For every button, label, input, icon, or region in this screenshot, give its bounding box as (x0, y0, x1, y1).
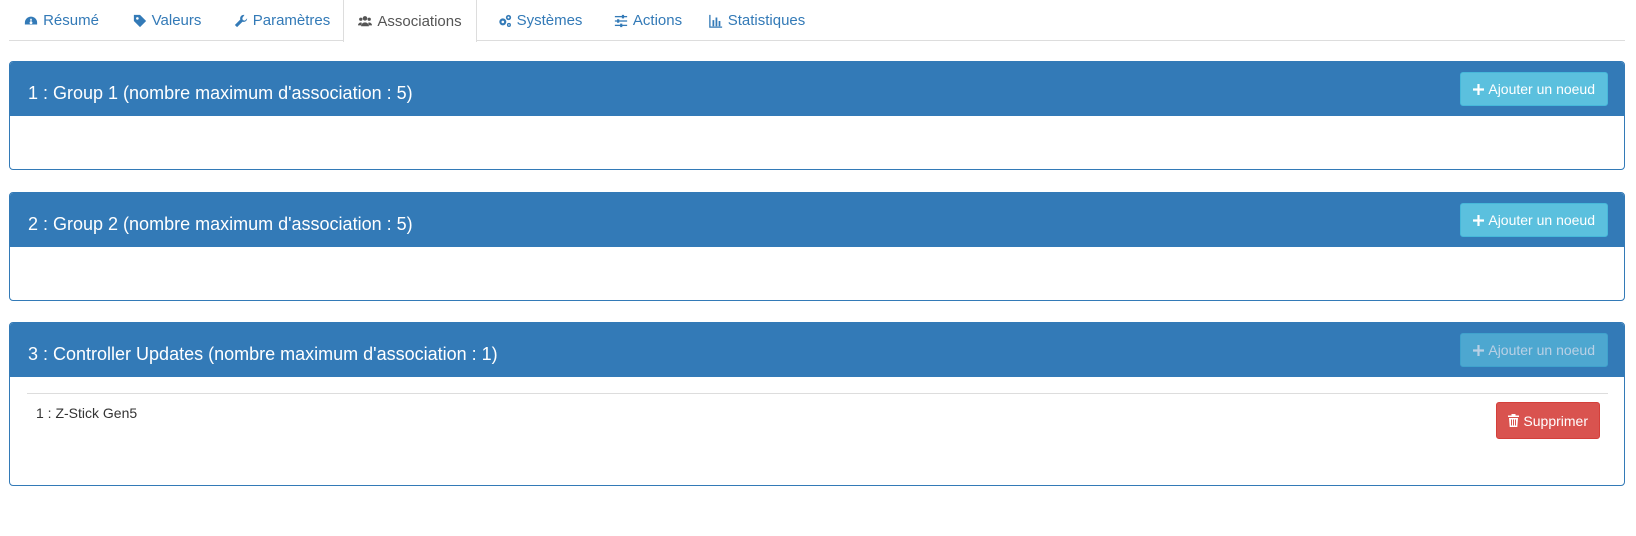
group-title: 3 : Controller Updates (nombre maximum d… (28, 344, 498, 364)
gears-icon (498, 14, 512, 28)
association-group-panel: 1 : Group 1 (nombre maximum d'associatio… (9, 61, 1625, 170)
trash-icon (1508, 414, 1520, 427)
tab-resume[interactable]: Résumé (9, 0, 114, 41)
add-node-label: Ajouter un noeud (1488, 81, 1595, 97)
tab-actions-label: Actions (632, 12, 683, 29)
add-node-button[interactable]: Ajouter un noeud (1460, 203, 1608, 237)
node-label: 1 : Z-Stick Gen5 (36, 405, 138, 421)
tab-bar: Résumé Valeurs Paramètres Associations S… (9, 0, 1625, 42)
tab-resume-label: Résumé (43, 12, 99, 29)
sliders-icon (614, 14, 628, 28)
group-title: 2 : Group 2 (nombre maximum d'associatio… (28, 214, 413, 234)
users-icon (358, 14, 373, 28)
group-title: 1 : Group 1 (nombre maximum d'associatio… (28, 83, 413, 103)
delete-label: Supprimer (1523, 412, 1588, 429)
dashboard-icon (24, 14, 38, 28)
panel-heading: 1 : Group 1 (nombre maximum d'associatio… (10, 62, 1624, 116)
tab-valeurs-label: Valeurs (151, 12, 202, 29)
plus-icon (1473, 344, 1485, 356)
panel-heading: 2 : Group 2 (nombre maximum d'associatio… (10, 193, 1624, 247)
tab-systemes-label: Systèmes (516, 12, 583, 29)
tab-statistiques[interactable]: Statistiques (701, 0, 813, 41)
tab-associations[interactable]: Associations (343, 0, 477, 42)
plus-icon (1473, 83, 1485, 95)
tag-icon (133, 14, 147, 28)
tab-parametres[interactable]: Paramètres (220, 0, 344, 41)
tab-valeurs[interactable]: Valeurs (120, 0, 214, 41)
tab-statistiques-label: Statistiques (727, 12, 806, 29)
tab-actions[interactable]: Actions (603, 0, 693, 41)
add-node-label: Ajouter un noeud (1488, 342, 1595, 358)
add-node-label: Ajouter un noeud (1488, 212, 1595, 228)
tab-systemes[interactable]: Systèmes (484, 0, 596, 41)
association-group-panel: 3 : Controller Updates (nombre maximum d… (9, 322, 1625, 486)
list-item: 1 : Z-Stick Gen5 Supprimer (27, 393, 1608, 439)
add-node-button[interactable]: Ajouter un noeud (1460, 72, 1608, 106)
panel-body: 1 : Z-Stick Gen5 Supprimer (10, 377, 1624, 485)
association-group-panel: 2 : Group 2 (nombre maximum d'associatio… (9, 192, 1625, 301)
wrench-icon (234, 14, 248, 28)
tab-associations-label: Associations (377, 12, 462, 30)
panel-heading: 3 : Controller Updates (nombre maximum d… (10, 323, 1624, 377)
plus-icon (1473, 214, 1485, 226)
add-node-button[interactable]: Ajouter un noeud (1460, 333, 1608, 367)
bar-chart-icon (708, 14, 723, 28)
delete-node-button[interactable]: Supprimer (1496, 402, 1600, 439)
tab-parametres-label: Paramètres (252, 12, 331, 29)
